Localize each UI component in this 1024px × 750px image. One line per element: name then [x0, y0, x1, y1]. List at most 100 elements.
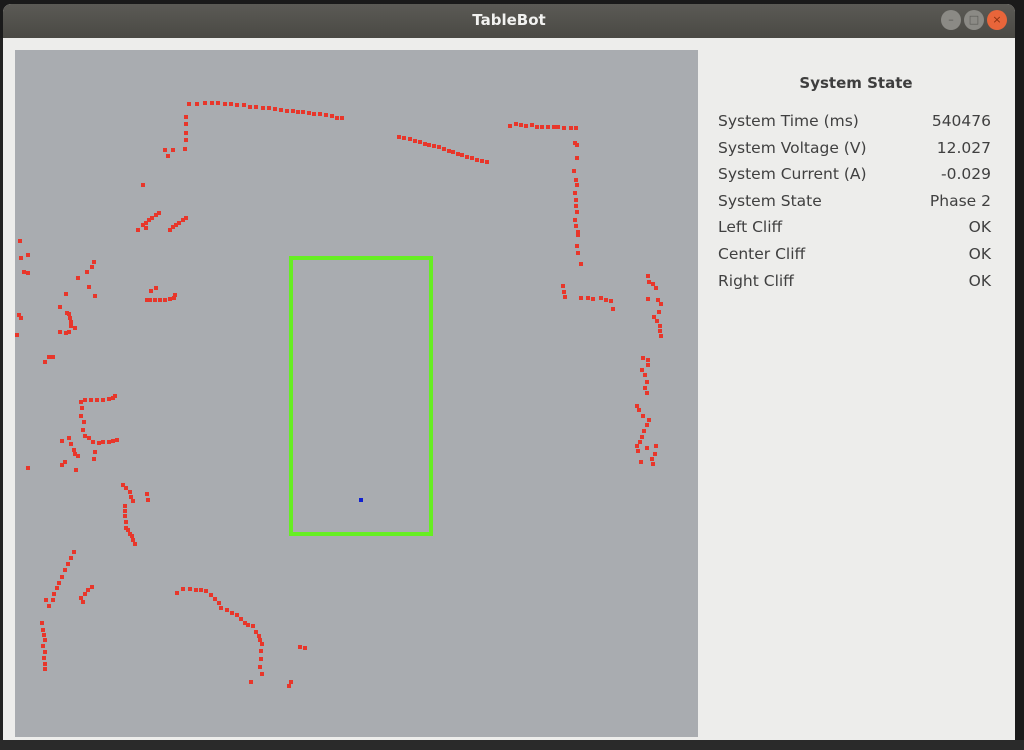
scan-point [575, 156, 579, 160]
scan-point [285, 109, 289, 113]
scan-point [260, 642, 264, 646]
scan-point [519, 123, 523, 127]
scan-point [653, 452, 657, 456]
scan-point [657, 310, 661, 314]
scan-point [324, 113, 328, 117]
scan-point [540, 125, 544, 129]
state-value: OK [968, 245, 991, 263]
scan-point [242, 103, 246, 107]
scan-point [213, 597, 217, 601]
scan-point [81, 428, 85, 432]
state-label: Right Cliff [718, 271, 794, 290]
scan-point [563, 295, 567, 299]
scan-point [257, 634, 261, 638]
scan-point [635, 444, 639, 448]
scan-point [442, 147, 446, 151]
scan-point [561, 284, 565, 288]
state-row: System Current (A) -0.029 [718, 165, 991, 189]
minimize-button[interactable]: – [941, 10, 961, 30]
scan-point [586, 296, 590, 300]
scan-point [235, 613, 239, 617]
scan-point [552, 125, 556, 129]
scan-point [573, 218, 577, 222]
scan-point [73, 326, 77, 330]
scan-point [279, 108, 283, 112]
scan-point [80, 406, 84, 410]
scan-point [145, 492, 149, 496]
scan-point [654, 444, 658, 448]
scan-point [636, 449, 640, 453]
scan-point [291, 109, 295, 113]
scan-point [225, 608, 229, 612]
scan-point [475, 158, 479, 162]
scan-point [259, 649, 263, 653]
scan-point [44, 598, 48, 602]
scan-point [646, 274, 650, 278]
scan-point [181, 587, 185, 591]
map-canvas [15, 101, 663, 688]
scan-point [89, 398, 93, 402]
scan-point [188, 587, 192, 591]
state-row: System Time (ms) 540476 [718, 112, 991, 136]
scan-point [153, 298, 157, 302]
scan-point [58, 305, 62, 309]
scan-point [40, 621, 44, 625]
scan-point [47, 604, 51, 608]
scan-point [643, 386, 647, 390]
scan-point [318, 112, 322, 116]
scan-point [546, 125, 550, 129]
scan-point [642, 429, 646, 433]
scan-point [76, 454, 80, 458]
scan-point [658, 324, 662, 328]
scan-point [254, 630, 258, 634]
scan-point [574, 204, 578, 208]
maximize-icon: □ [968, 13, 980, 26]
scan-point [456, 152, 460, 156]
scan-point [19, 256, 23, 260]
scan-point [126, 528, 130, 532]
scan-point [111, 439, 115, 443]
scan-point [184, 138, 188, 142]
minimize-icon: – [948, 13, 954, 26]
state-label: System State [718, 191, 822, 210]
state-row: System State Phase 2 [718, 192, 991, 216]
close-button[interactable]: × [987, 10, 1007, 30]
scan-point [63, 460, 67, 464]
scan-point [64, 331, 68, 335]
scan-point [656, 298, 660, 302]
scan-point [645, 423, 649, 427]
scan-point [640, 368, 644, 372]
scan-point [296, 110, 300, 114]
scan-point [645, 391, 649, 395]
scan-point [64, 292, 68, 296]
scan-point [107, 440, 111, 444]
title-bar[interactable]: TableBot – □ × [3, 4, 1015, 38]
scan-point [645, 446, 649, 450]
scan-point [254, 105, 258, 109]
scan-point [447, 149, 451, 153]
scan-point [141, 183, 145, 187]
scan-point [67, 312, 71, 316]
scan-point [22, 270, 26, 274]
scan-point [413, 139, 417, 143]
scan-point [573, 191, 577, 195]
scan-point [408, 137, 412, 141]
scan-point [148, 298, 152, 302]
scan-point [131, 538, 135, 542]
scan-point [647, 280, 651, 284]
scan-point [646, 363, 650, 367]
state-row: Center Cliff OK [718, 245, 991, 269]
state-label: Center Cliff [718, 245, 806, 263]
scan-point [177, 221, 181, 225]
scan-point [298, 645, 302, 649]
scan-point [194, 588, 198, 592]
robot-marker [359, 498, 363, 502]
scan-point [149, 289, 153, 293]
scan-point [575, 183, 579, 187]
maximize-button[interactable]: □ [964, 10, 984, 30]
state-row: Left Cliff OK [718, 218, 991, 242]
scan-point [51, 598, 55, 602]
scan-point [301, 110, 305, 114]
scan-point [637, 408, 641, 412]
scan-point [83, 434, 87, 438]
